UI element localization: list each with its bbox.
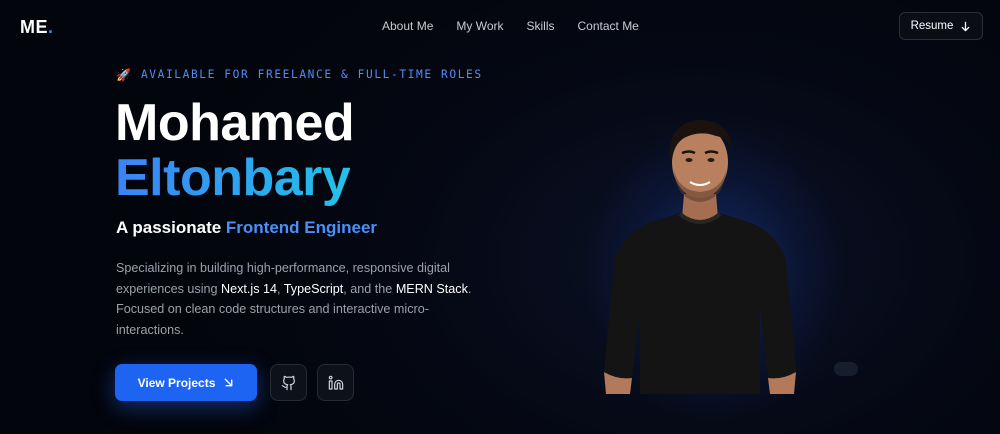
nav-links: About Me My Work Skills Contact Me [382, 19, 639, 33]
resume-label: Resume [910, 20, 954, 32]
profile-photo [604, 120, 796, 394]
nav-link-skills[interactable]: Skills [526, 19, 554, 33]
linkedin-icon [328, 375, 343, 390]
page: ME. About Me My Work Skills Contact Me R… [0, 0, 1000, 434]
tech-nextjs: Next.js 14 [221, 281, 278, 296]
tech-typescript: TypeScript [283, 281, 344, 296]
subtitle-highlight: Frontend Engineer [225, 218, 378, 237]
nav-link-contact[interactable]: Contact Me [578, 19, 639, 33]
desc-part: , and the [343, 281, 396, 296]
hero-description: Specializing in building high-performanc… [116, 258, 496, 340]
linkedin-button[interactable] [317, 364, 354, 401]
hero-last-name: Eltonbary [115, 149, 351, 207]
nav-link-about[interactable]: About Me [382, 19, 433, 33]
rocket-icon: 🚀 [116, 67, 131, 82]
nav-link-work[interactable]: My Work [456, 19, 503, 33]
scroll-indicator[interactable] [834, 362, 858, 376]
github-icon [281, 375, 295, 390]
availability-tagline: 🚀 AVAILABLE FOR FREELANCE & FULL-TIME RO… [116, 68, 483, 81]
desc-part: , [277, 281, 284, 296]
logo-text: ME [20, 17, 48, 37]
resume-button[interactable]: Resume [899, 12, 983, 40]
logo[interactable]: ME. [20, 17, 54, 38]
view-projects-button[interactable]: View Projects [115, 364, 257, 401]
arrow-down-right-icon [225, 378, 233, 387]
logo-dot: . [48, 17, 54, 37]
arrow-down-icon [962, 21, 970, 31]
tagline-text: AVAILABLE FOR FREELANCE & FULL-TIME ROLE… [140, 68, 483, 81]
view-projects-label: View Projects [137, 375, 216, 390]
tech-mern: MERN Stack [395, 281, 468, 296]
top-nav: ME. About Me My Work Skills Contact Me R… [0, 0, 1000, 52]
hero-first-name: Mohamed [115, 94, 355, 152]
hero-subtitle: A passionate Frontend Engineer [116, 218, 377, 238]
subtitle-prefix: A passionate [116, 218, 226, 237]
github-button[interactable] [270, 364, 307, 401]
